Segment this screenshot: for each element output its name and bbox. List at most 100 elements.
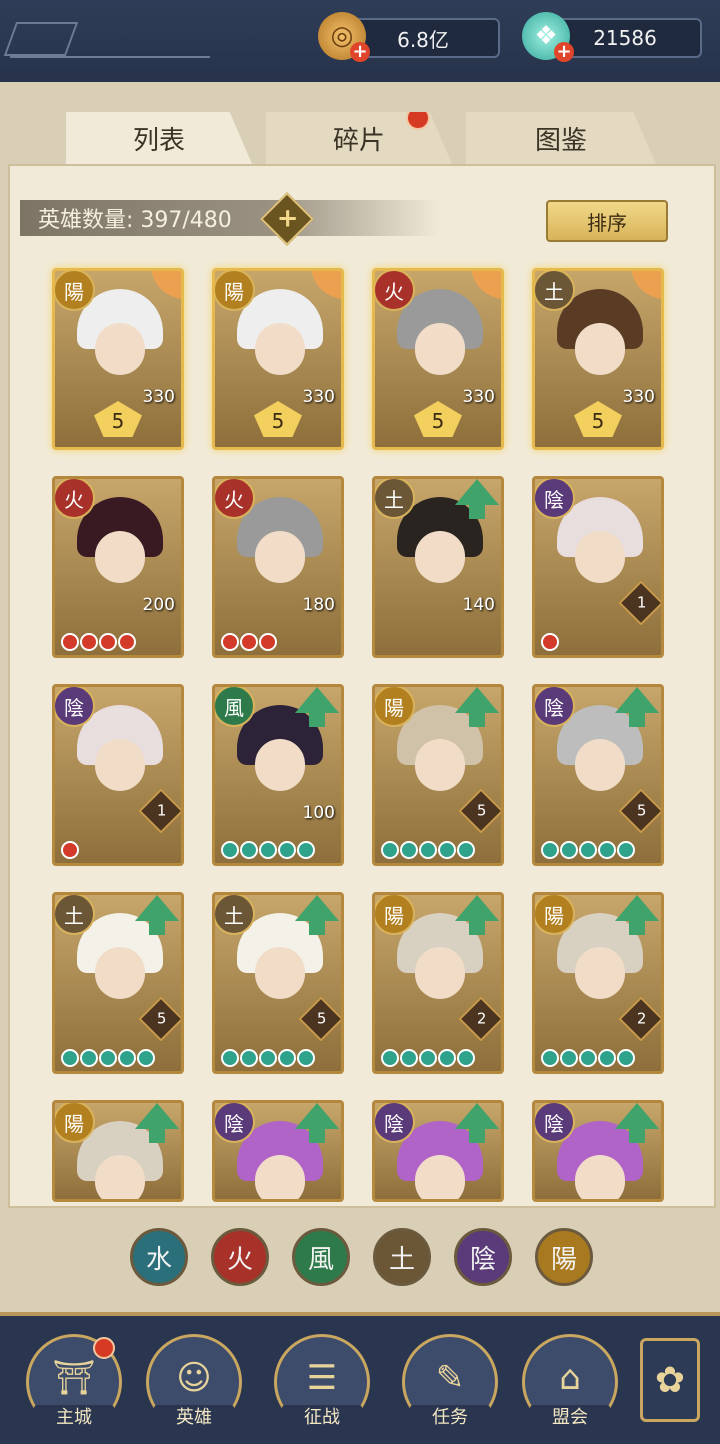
- star-level-text: 5: [636, 801, 647, 820]
- bead-icon: [137, 1049, 155, 1067]
- hero-card[interactable]: 陽5: [372, 684, 504, 866]
- hero-face: [95, 323, 145, 375]
- element-badge: 火: [215, 479, 255, 519]
- hero-card[interactable]: 土5: [52, 892, 184, 1074]
- add-coin-icon[interactable]: +: [350, 42, 370, 62]
- hero-face: [95, 1155, 145, 1199]
- hero-face: [575, 739, 625, 791]
- menu-pattern-icon[interactable]: [3, 22, 79, 56]
- upgrade-arrow-icon: [135, 1103, 179, 1143]
- nav-city-button[interactable]: ⛩ 主城: [26, 1334, 122, 1431]
- hero-count-bar: 英雄数量: 397/480: [20, 200, 440, 236]
- tab-list[interactable]: 列表: [66, 112, 252, 164]
- hero-level: 100: [302, 803, 335, 823]
- element-filter-button[interactable]: 風: [292, 1228, 350, 1286]
- hero-face: [575, 323, 625, 375]
- hero-card[interactable]: 陽2: [372, 892, 504, 1074]
- star-count-badge: 5: [574, 401, 622, 437]
- notification-dot: [93, 1337, 115, 1359]
- bead-icon: [419, 841, 437, 859]
- hero-card[interactable]: 陰5: [532, 684, 664, 866]
- hero-face: [575, 531, 625, 583]
- star-level-text: 2: [636, 1009, 647, 1028]
- star-count-badge: 5: [414, 401, 462, 437]
- hero-card[interactable]: 土 140: [372, 476, 504, 658]
- nav-alliance-button[interactable]: ⌂ 盟会: [522, 1334, 618, 1431]
- element-filter-button[interactable]: 水: [130, 1228, 188, 1286]
- star-level-text: 2: [476, 1009, 487, 1028]
- bead-icon: [541, 841, 559, 859]
- element-filter-button[interactable]: 土: [373, 1228, 431, 1286]
- hero-card[interactable]: 火 180: [212, 476, 344, 658]
- element-badge: 土: [215, 895, 255, 935]
- nav-label: 盟会: [530, 1405, 610, 1431]
- add-jade-icon[interactable]: +: [554, 42, 574, 62]
- bead-icon: [297, 1049, 315, 1067]
- tab-fragments[interactable]: 碎片: [266, 112, 452, 164]
- element-filter-button[interactable]: 陰: [454, 1228, 512, 1286]
- bead-icon: [457, 841, 475, 859]
- bead-icon: [278, 1049, 296, 1067]
- hero-face: [95, 531, 145, 583]
- awakening-beads: [61, 841, 79, 859]
- bead-icon: [278, 841, 296, 859]
- hero-card[interactable]: 陰: [532, 1100, 664, 1202]
- element-filter-button[interactable]: 火: [211, 1228, 269, 1286]
- bead-icon: [221, 841, 239, 859]
- nav-task-button[interactable]: ✎ 任务: [402, 1334, 498, 1431]
- nav-hero-button[interactable]: ☺ 英雄: [146, 1334, 242, 1431]
- hero-card[interactable]: 土 330 5: [532, 268, 664, 450]
- hero-card[interactable]: 陽2: [532, 892, 664, 1074]
- awakening-beads: [221, 841, 315, 859]
- element-badge: 陽: [375, 687, 415, 727]
- star-level-badge: 1: [138, 788, 181, 834]
- fan-icon: [471, 271, 501, 299]
- hero-card[interactable]: 火 330 5: [372, 268, 504, 450]
- nav-battle-button[interactable]: ☰ 征战: [274, 1334, 370, 1431]
- more-menu-button[interactable]: ✿: [640, 1338, 700, 1422]
- hero-face: [95, 739, 145, 791]
- bead-icon: [99, 633, 117, 651]
- bead-icon: [297, 841, 315, 859]
- hero-card[interactable]: 陽: [52, 1100, 184, 1202]
- star-level-badge: 5: [298, 996, 341, 1042]
- nav-label: 主城: [34, 1405, 114, 1431]
- element-badge: 陰: [215, 1103, 255, 1143]
- plus-icon: +: [276, 203, 299, 234]
- hero-face: [255, 1155, 305, 1199]
- coin-icon[interactable]: ◎ +: [318, 12, 370, 62]
- hero-level: 330: [302, 387, 335, 407]
- element-filter-button[interactable]: 陽: [535, 1228, 593, 1286]
- hero-card[interactable]: 陽 330 5: [212, 268, 344, 450]
- hero-card[interactable]: 火 200: [52, 476, 184, 658]
- hero-card[interactable]: 陰1: [532, 476, 664, 658]
- hero-card[interactable]: 陰1: [52, 684, 184, 866]
- hero-card[interactable]: 陰: [212, 1100, 344, 1202]
- element-badge: 火: [375, 271, 415, 311]
- hero-card[interactable]: 陰: [372, 1100, 504, 1202]
- hero-card[interactable]: 土5: [212, 892, 344, 1074]
- hero-face: [255, 323, 305, 375]
- jade-pouch-icon[interactable]: ❖ +: [522, 12, 574, 62]
- hero-level: 330: [622, 387, 655, 407]
- star-count-badge: 5: [94, 401, 142, 437]
- tab-codex[interactable]: 图鉴: [466, 112, 656, 164]
- awakening-beads: [381, 841, 475, 859]
- upgrade-arrow-icon: [295, 895, 339, 935]
- bead-icon: [598, 841, 616, 859]
- sort-button[interactable]: 排序: [546, 200, 668, 242]
- bead-icon: [400, 1049, 418, 1067]
- flower-pattern-icon: ✿: [654, 1359, 686, 1401]
- bead-icon: [457, 1049, 475, 1067]
- upgrade-arrow-icon: [615, 687, 659, 727]
- upgrade-arrow-icon: [455, 687, 499, 727]
- nav-label: 征战: [282, 1405, 362, 1431]
- sort-button-label: 排序: [587, 210, 627, 235]
- element-badge: 陽: [215, 271, 255, 311]
- hero-card[interactable]: 陽 330 5: [52, 268, 184, 450]
- hero-card[interactable]: 風 100: [212, 684, 344, 866]
- bead-icon: [240, 633, 258, 651]
- element-badge: 土: [535, 271, 575, 311]
- bead-icon: [80, 633, 98, 651]
- upgrade-arrow-icon: [455, 479, 499, 519]
